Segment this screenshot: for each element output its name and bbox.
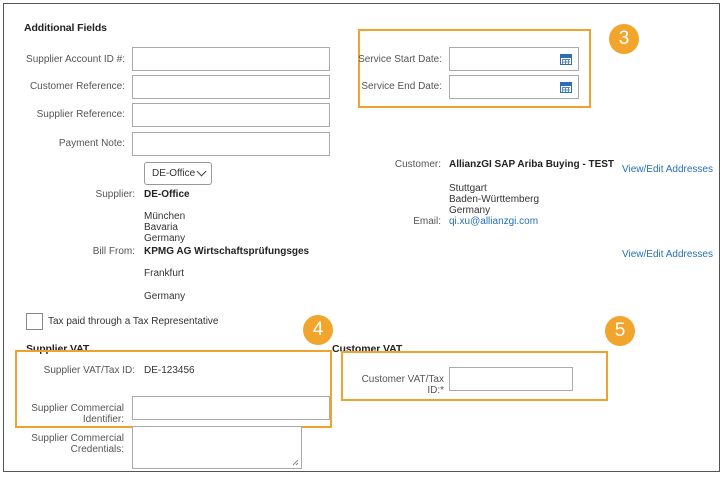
service-end-date-input[interactable] [449, 75, 579, 99]
customer-address-line: Stuttgart [449, 183, 487, 194]
supplier-address-line: Germany [144, 233, 186, 244]
payment-note-label: Payment Note: [58, 138, 125, 149]
view-edit-addresses-link[interactable]: View/Edit Addresses [622, 249, 713, 260]
supplier-name: DE-Office [144, 189, 190, 200]
customer-email-link[interactable]: qi.xu@allianzgi.com [449, 216, 538, 227]
customer-vat-id-label: Customer VAT/Tax ID:* [361, 374, 444, 396]
step-badge-5: 5 [605, 316, 635, 346]
supplier-address-line: Bavaria [144, 222, 178, 233]
supplier-commercial-identifier-input[interactable] [132, 396, 330, 420]
calendar-icon[interactable] [560, 82, 572, 93]
email-label: Email: [413, 216, 441, 227]
supplier-vat-id-value: DE-123456 [144, 365, 195, 376]
customer-reference-input[interactable] [132, 75, 330, 99]
resize-handle-icon[interactable] [292, 459, 299, 466]
supplier-select[interactable]: DE-Office [144, 162, 212, 185]
supplier-label: Supplier: [95, 189, 135, 200]
customer-reference-label: Customer Reference: [29, 81, 125, 92]
supplier-reference-input[interactable] [132, 103, 330, 127]
calendar-icon[interactable] [560, 54, 572, 65]
step-badge-3: 3 [609, 24, 639, 54]
additional-fields-title: Additional Fields [24, 22, 107, 34]
payment-note-input[interactable] [132, 132, 330, 156]
tax-representative-checkbox[interactable] [26, 313, 43, 330]
customer-label: Customer: [394, 159, 441, 170]
supplier-address-line: München [144, 211, 186, 222]
service-end-date-label: Service End Date: [361, 81, 442, 92]
bill-from-label: Bill From: [92, 246, 135, 257]
bill-from-name: KPMG AG Wirtschaftsprüfungsges [144, 246, 310, 257]
bill-from-country: Germany [144, 291, 186, 302]
supplier-commercial-credentials-label: Supplier Commercial Credentials: [31, 433, 124, 455]
supplier-account-id-input[interactable] [132, 47, 330, 71]
supplier-reference-label: Supplier Reference: [36, 109, 125, 120]
supplier-commercial-identifier-label: Supplier Commercial Identifier: [31, 403, 124, 425]
step-badge-4: 4 [303, 315, 333, 345]
customer-name: AllianzGI SAP Ariba Buying - TEST [449, 159, 615, 170]
supplier-select-value: DE-Office [152, 168, 196, 179]
supplier-account-id-label: Supplier Account ID #: [26, 54, 125, 65]
bill-from-city: Frankfurt [144, 268, 185, 279]
supplier-commercial-credentials-textarea[interactable] [132, 426, 302, 469]
service-start-date-input[interactable] [449, 47, 579, 71]
tax-representative-label: Tax paid through a Tax Representative [48, 316, 219, 327]
service-start-date-label: Service Start Date: [358, 54, 442, 65]
customer-address-line: Germany [449, 205, 491, 216]
customer-vat-id-input[interactable] [449, 367, 573, 391]
supplier-vat-id-label: Supplier VAT/Tax ID: [43, 365, 135, 376]
view-edit-addresses-link[interactable]: View/Edit Addresses [622, 164, 713, 175]
customer-address-line: Baden-Württemberg [449, 194, 540, 205]
chevron-down-icon [196, 166, 207, 177]
